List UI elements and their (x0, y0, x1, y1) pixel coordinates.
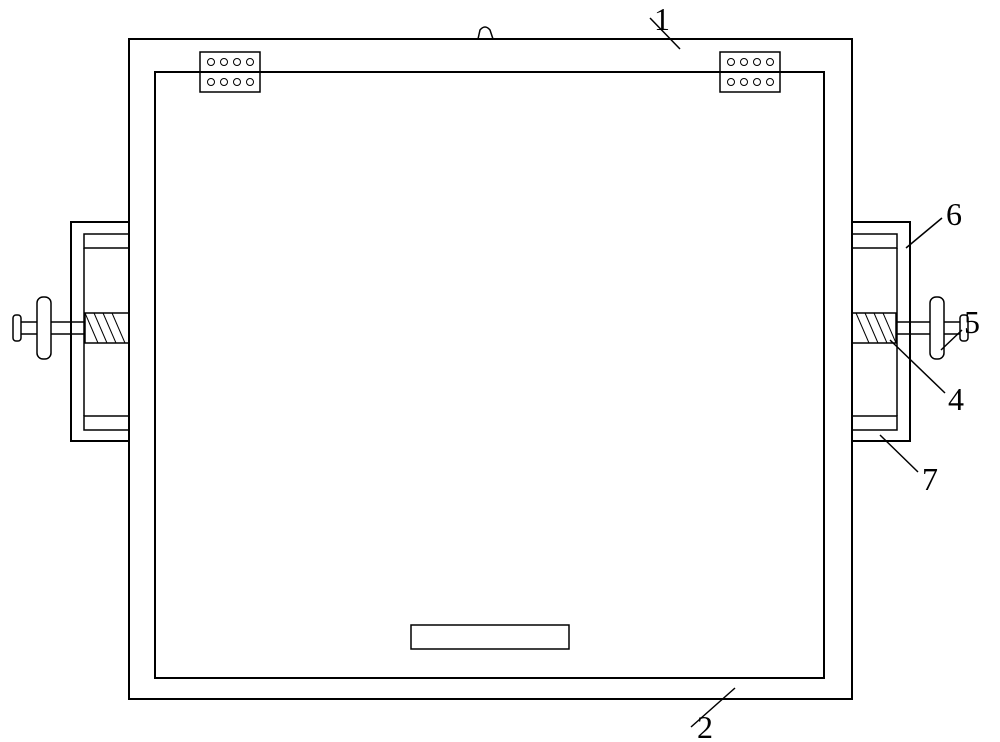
hinge-left (200, 52, 260, 92)
leader-4 (890, 340, 945, 393)
label-7: 7 (922, 461, 938, 497)
hinge-right (720, 52, 780, 92)
threaded-rod-left (85, 313, 129, 343)
knob-left (13, 297, 51, 359)
threaded-rod-right (852, 313, 896, 343)
inner-panel (155, 72, 824, 678)
outer-box (129, 39, 852, 699)
label-6: 6 (946, 196, 962, 232)
handle-slot (411, 625, 569, 649)
label-4: 4 (948, 381, 964, 417)
label-1: 1 (654, 1, 670, 37)
label-2: 2 (697, 709, 713, 742)
left-clamp-assembly (13, 222, 129, 441)
top-tab (478, 27, 493, 39)
leader-6 (906, 218, 942, 248)
label-5: 5 (964, 304, 980, 340)
knob-right (930, 297, 968, 359)
patent-figure: 1 2 6 5 4 7 (0, 0, 1000, 742)
